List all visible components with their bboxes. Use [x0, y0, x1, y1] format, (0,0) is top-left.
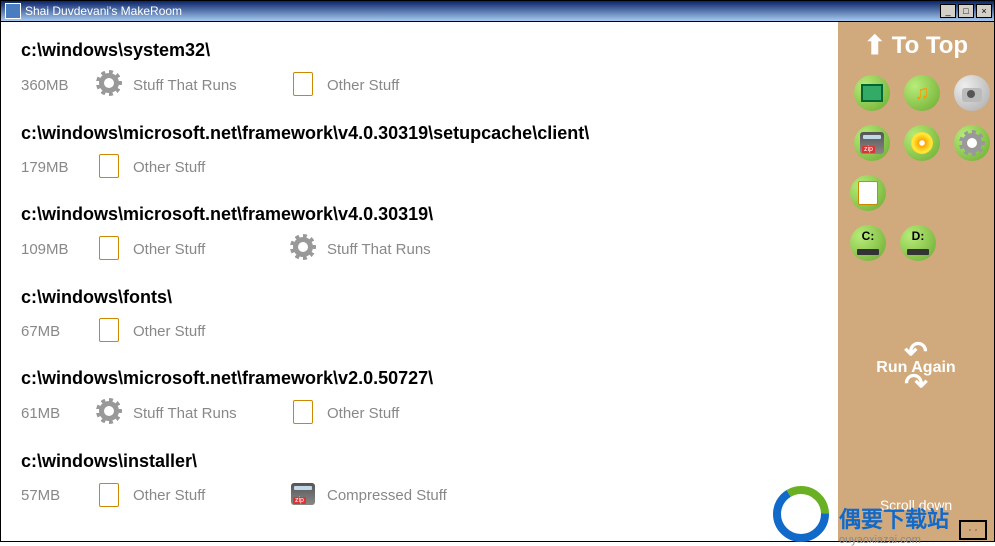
category-doc[interactable]: Other Stuff [289, 398, 469, 428]
folder-size: 109MB [21, 241, 81, 258]
filter-other-icon[interactable] [850, 175, 886, 211]
maximize-button[interactable]: □ [958, 4, 974, 18]
folder-entry[interactable]: c:\windows\installer\ 57MB Other Stuff Comp… [21, 451, 818, 511]
folder-size: 61MB [21, 405, 81, 422]
close-button[interactable]: × [976, 4, 992, 18]
watermark-text: 偶要下载站 [839, 502, 949, 534]
gear-icon [95, 397, 123, 429]
sidebar: ⬆ To Top ♫ C: D: ↶ Run Again ↷ Scroll do… [838, 22, 994, 541]
category-label: Other Stuff [133, 487, 205, 504]
folder-path: c:\windows\fonts\ [21, 287, 818, 308]
category-gear[interactable]: Stuff That Runs [95, 397, 275, 429]
doc-icon [95, 234, 123, 264]
run-again-button[interactable]: ↶ Run Again ↷ [876, 345, 955, 391]
results-panel: c:\windows\system32\ 360MB Stuff That Runs… [1, 22, 838, 541]
folder-path: c:\windows\microsoft.net\framework\v4.0.… [21, 123, 818, 144]
envelope-icon[interactable] [959, 520, 987, 540]
category-gear[interactable]: Stuff That Runs [289, 233, 469, 265]
folder-path: c:\windows\installer\ [21, 451, 818, 472]
doc-icon [95, 316, 123, 346]
category-doc[interactable]: Other Stuff [289, 70, 469, 100]
zip-icon [289, 480, 317, 511]
folder-size: 360MB [21, 77, 81, 94]
category-label: Stuff That Runs [133, 77, 237, 94]
watermark-logo-icon [769, 482, 833, 546]
category-doc[interactable]: Other Stuff [95, 316, 275, 346]
category-gear[interactable]: Stuff That Runs [95, 69, 275, 101]
folder-entry[interactable]: c:\windows\microsoft.net\framework\v4.0.… [21, 123, 818, 182]
category-doc[interactable]: Other Stuff [95, 152, 275, 182]
to-top-button[interactable]: ⬆ To Top [864, 30, 968, 61]
to-top-label: To Top [892, 32, 968, 60]
minimize-button[interactable]: _ [940, 4, 956, 18]
category-zip[interactable]: Compressed Stuff [289, 480, 469, 511]
filter-music-icon[interactable]: ♫ [904, 75, 940, 111]
filter-photos-icon[interactable] [954, 75, 990, 111]
filter-runs-icon[interactable] [954, 125, 990, 161]
category-label: Other Stuff [133, 159, 205, 176]
folder-path: c:\windows\microsoft.net\framework\v2.0.… [21, 368, 818, 389]
doc-icon [289, 70, 317, 100]
category-label: Stuff That Runs [133, 405, 237, 422]
drive-d-button[interactable]: D: [900, 225, 936, 261]
folder-path: c:\windows\microsoft.net\framework\v4.0.… [21, 204, 818, 225]
category-doc[interactable]: Other Stuff [95, 481, 275, 511]
category-label: Other Stuff [327, 77, 399, 94]
gear-icon [95, 69, 123, 101]
arrow-up-icon: ⬆ [864, 30, 886, 61]
category-label: Stuff That Runs [327, 241, 431, 258]
folder-entry[interactable]: c:\windows\fonts\ 67MB Other Stuff [21, 287, 818, 346]
filter-movies-icon[interactable] [854, 75, 890, 111]
titlebar: Shai Duvdevani's MakeRoom _ □ × [0, 0, 995, 22]
refresh-icon: ↶ [876, 345, 955, 359]
category-label: Other Stuff [133, 323, 205, 340]
category-label: Other Stuff [133, 241, 205, 258]
category-label: Compressed Stuff [327, 487, 447, 504]
window-title: Shai Duvdevani's MakeRoom [25, 4, 940, 18]
gear-icon [289, 233, 317, 265]
window-controls: _ □ × [940, 4, 992, 18]
filter-disc-icon[interactable] [904, 125, 940, 161]
watermark-url: ouyaoxiazai.com [839, 534, 949, 546]
folder-entry[interactable]: c:\windows\microsoft.net\framework\v2.0.… [21, 368, 818, 429]
folder-size: 67MB [21, 323, 81, 340]
drive-c-button[interactable]: C: [850, 225, 886, 261]
app-icon [5, 3, 21, 19]
doc-icon [95, 152, 123, 182]
watermark: 偶要下载站 ouyaoxiazai.com [769, 482, 987, 546]
folder-entry[interactable]: c:\windows\system32\ 360MB Stuff That Runs… [21, 40, 818, 101]
doc-icon [289, 398, 317, 428]
folder-size: 179MB [21, 159, 81, 176]
folder-size: 57MB [21, 487, 81, 504]
refresh-icon: ↷ [876, 377, 955, 391]
category-doc[interactable]: Other Stuff [95, 234, 275, 264]
folder-path: c:\windows\system32\ [21, 40, 818, 61]
filter-compressed-icon[interactable] [854, 125, 890, 161]
folder-entry[interactable]: c:\windows\microsoft.net\framework\v4.0.… [21, 204, 818, 265]
doc-icon [95, 481, 123, 511]
category-label: Other Stuff [327, 405, 399, 422]
